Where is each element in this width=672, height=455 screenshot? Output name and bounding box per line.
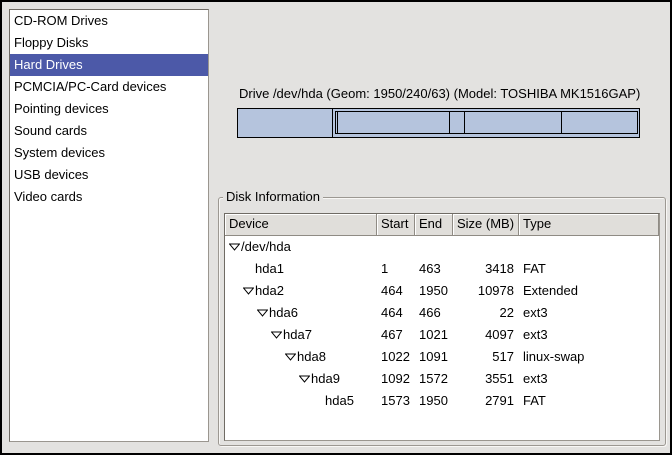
table-row-hda7[interactable]: hda7 46710214097ext3 [225, 324, 659, 346]
tree-indent [229, 269, 243, 270]
table-row-hda5[interactable]: hda5 157319502791FAT [225, 390, 659, 412]
end-cell: 1091 [415, 346, 453, 368]
sidebar-item-pcmcia-pc-card-devices[interactable]: PCMCIA/PC-Card devices [10, 76, 208, 98]
column-header-size-mb[interactable]: Size (MB) [453, 214, 519, 236]
table-row-dev-hda[interactable]: /dev/hda [225, 236, 659, 258]
end-cell: 1021 [415, 324, 453, 346]
device-name: hda5 [325, 390, 354, 412]
sidebar-item-system-devices[interactable]: System devices [10, 142, 208, 164]
sidebar-item-sound-cards[interactable]: Sound cards [10, 120, 208, 142]
end-cell: 1950 [415, 390, 453, 412]
device-name: hda6 [269, 302, 298, 324]
device-name: hda1 [255, 258, 284, 280]
disk-information-groupbox: Disk Information DeviceStartEndSize (MB)… [218, 197, 666, 446]
drive-description: Drive /dev/hda (Geom: 1950/240/63) (Mode… [239, 86, 640, 101]
device-name: hda9 [311, 368, 340, 390]
hardware-browser-window: CD-ROM DrivesFloppy DisksHard DrivesPCMC… [0, 0, 672, 455]
type-cell: FAT [519, 390, 659, 412]
size-cell [453, 236, 519, 258]
tree-indent [229, 379, 299, 380]
table-row-hda2[interactable]: hda2 464195010978Extended [225, 280, 659, 302]
size-cell: 3551 [453, 368, 519, 390]
type-cell: linux-swap [519, 346, 659, 368]
partition-segment-hda2 [332, 108, 640, 138]
type-cell [519, 236, 659, 258]
device-name: hda2 [255, 280, 284, 302]
partition-bar [237, 108, 640, 138]
table-row-hda1[interactable]: hda1 14633418FAT [225, 258, 659, 280]
disk-table: DeviceStartEndSize (MB)Type /dev/hdahda1… [224, 213, 660, 441]
device-cell: /dev/hda [225, 236, 377, 258]
device-name: /dev/hda [241, 236, 291, 258]
column-header-type[interactable]: Type [519, 214, 659, 236]
expander-open-icon[interactable] [285, 353, 297, 361]
partition-segment-hda1 [237, 108, 333, 138]
expander-open-icon[interactable] [257, 309, 269, 317]
start-cell: 464 [377, 280, 415, 302]
sidebar-item-pointing-devices[interactable]: Pointing devices [10, 98, 208, 120]
end-cell: 1572 [415, 368, 453, 390]
start-cell: 1573 [377, 390, 415, 412]
type-cell: ext3 [519, 324, 659, 346]
tree-indent [229, 357, 285, 358]
size-cell: 10978 [453, 280, 519, 302]
end-cell [415, 236, 453, 258]
end-cell: 463 [415, 258, 453, 280]
table-row-hda9[interactable]: hda9 109215723551ext3 [225, 368, 659, 390]
column-header-device[interactable]: Device [225, 214, 377, 236]
partition-segment-hda8 [449, 111, 465, 134]
column-header-start[interactable]: Start [377, 214, 415, 236]
device-cell: hda9 [225, 368, 377, 390]
device-cell: hda2 [225, 280, 377, 302]
device-cell: hda8 [225, 346, 377, 368]
table-row-hda6[interactable]: hda6 46446622ext3 [225, 302, 659, 324]
start-cell: 467 [377, 324, 415, 346]
device-category-list: CD-ROM DrivesFloppy DisksHard DrivesPCMC… [9, 9, 209, 442]
table-row-hda8[interactable]: hda8 10221091517linux-swap [225, 346, 659, 368]
sidebar-item-hard-drives[interactable]: Hard Drives [10, 54, 208, 76]
sidebar-item-cd-rom-drives[interactable]: CD-ROM Drives [10, 10, 208, 32]
sidebar-item-usb-devices[interactable]: USB devices [10, 164, 208, 186]
disk-table-body: /dev/hdahda114633418FAThda2464195010978E… [225, 236, 659, 412]
disk-table-header: DeviceStartEndSize (MB)Type [225, 214, 659, 236]
type-cell: ext3 [519, 302, 659, 324]
type-cell: Extended [519, 280, 659, 302]
device-cell: hda5 [225, 390, 377, 412]
tree-indent [229, 401, 313, 402]
device-cell: hda1 [225, 258, 377, 280]
type-cell: FAT [519, 258, 659, 280]
expander-open-icon[interactable] [229, 243, 241, 251]
sidebar-item-floppy-disks[interactable]: Floppy Disks [10, 32, 208, 54]
start-cell: 464 [377, 302, 415, 324]
device-name: hda7 [283, 324, 312, 346]
size-cell: 22 [453, 302, 519, 324]
end-cell: 466 [415, 302, 453, 324]
expander-open-icon[interactable] [243, 287, 255, 295]
size-cell: 2791 [453, 390, 519, 412]
partition-segment-hda5 [561, 111, 638, 134]
tree-indent [229, 335, 271, 336]
partition-segment-hda7 [337, 111, 450, 134]
column-header-end[interactable]: End [415, 214, 453, 236]
start-cell: 1092 [377, 368, 415, 390]
tree-indent [229, 313, 257, 314]
device-cell: hda6 [225, 302, 377, 324]
size-cell: 517 [453, 346, 519, 368]
type-cell: ext3 [519, 368, 659, 390]
end-cell: 1950 [415, 280, 453, 302]
start-cell: 1 [377, 258, 415, 280]
expander-open-icon[interactable] [271, 331, 283, 339]
start-cell [377, 236, 415, 258]
start-cell: 1022 [377, 346, 415, 368]
expander-open-icon[interactable] [299, 375, 311, 383]
disk-information-label: Disk Information [223, 189, 323, 204]
sidebar-item-video-cards[interactable]: Video cards [10, 186, 208, 208]
device-name: hda8 [297, 346, 326, 368]
device-cell: hda7 [225, 324, 377, 346]
size-cell: 3418 [453, 258, 519, 280]
tree-indent [229, 291, 243, 292]
size-cell: 4097 [453, 324, 519, 346]
partition-segment-hda9 [464, 111, 562, 134]
